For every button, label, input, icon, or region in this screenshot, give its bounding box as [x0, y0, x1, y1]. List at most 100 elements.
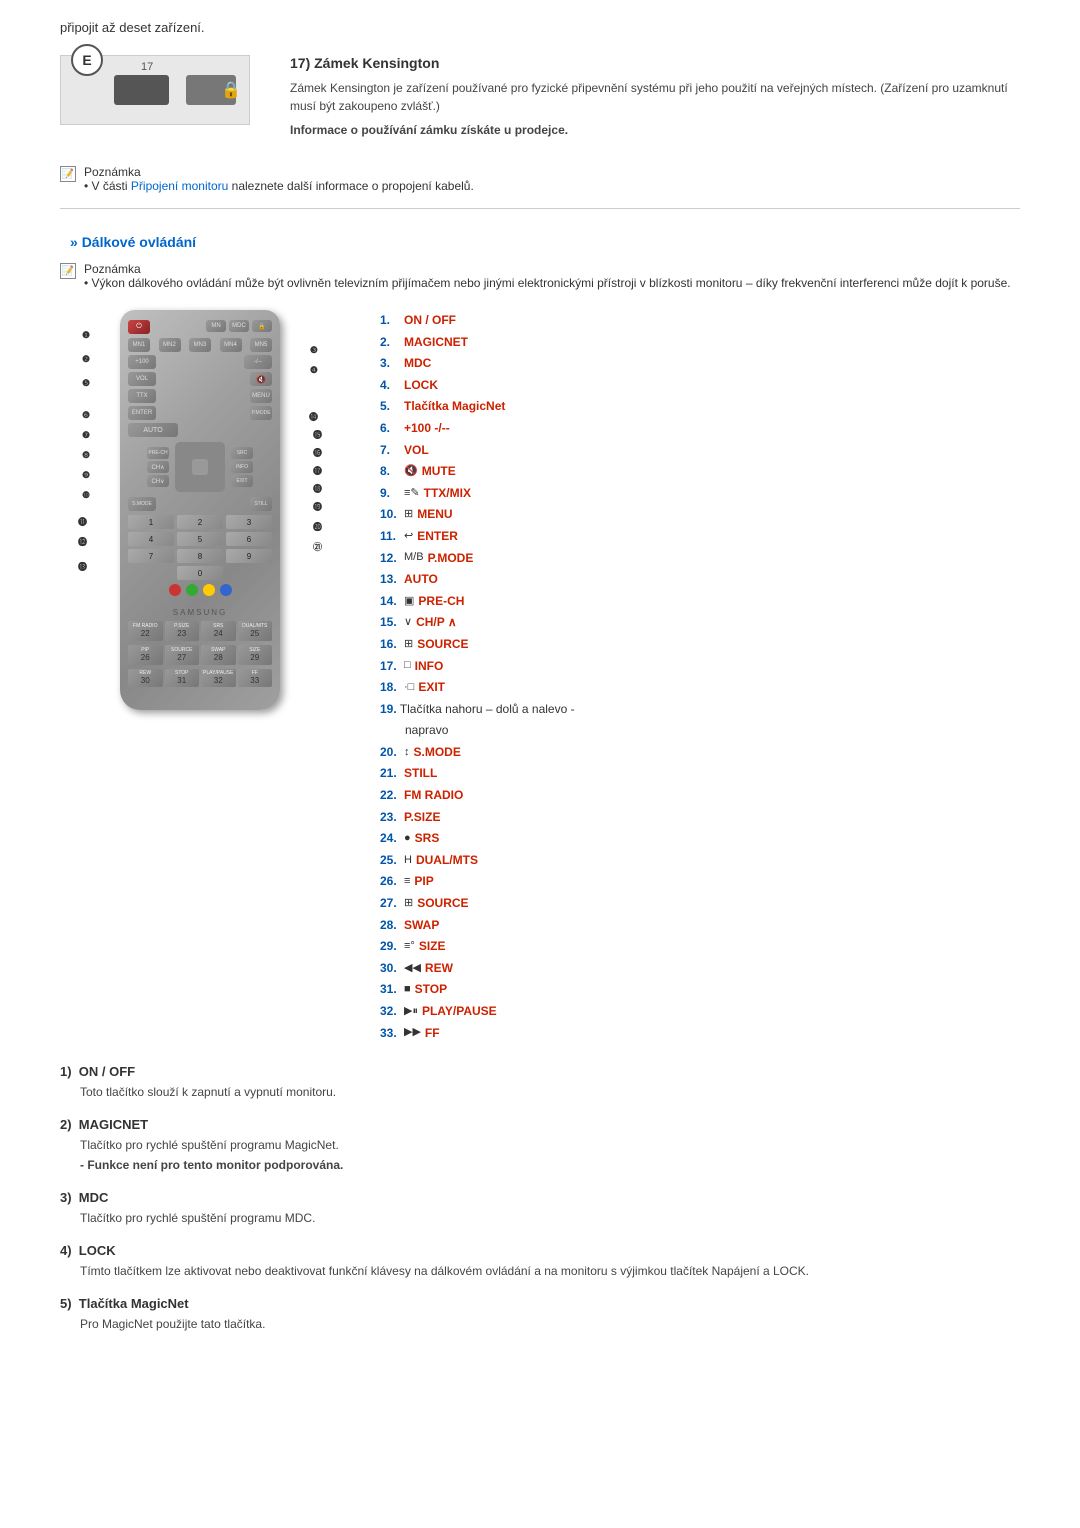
remote-num1[interactable]: 1 — [128, 515, 174, 529]
remote-mute-btn[interactable]: 🔇 — [250, 372, 272, 386]
note-label-1: Poznámka — [84, 165, 141, 179]
remote-ttx-btn[interactable]: TTX — [128, 389, 156, 403]
remote-mn5[interactable]: MN5 — [250, 338, 272, 352]
remote-psize-btn[interactable]: P.SIZE 23 — [165, 621, 200, 641]
remote-pmode-btn[interactable]: P.MODE — [250, 406, 272, 420]
remote-num5[interactable]: 5 — [177, 532, 223, 546]
remote-num6[interactable]: 6 — [226, 532, 272, 546]
remote-num9[interactable]: 9 — [226, 549, 272, 563]
remote-playpause-btn[interactable]: PLAY/PAUSE 32 — [201, 669, 236, 687]
remote-chdn-btn[interactable]: CH∨ — [147, 475, 169, 487]
legend-item-10: 10. ⊞ MENU — [380, 504, 1020, 526]
remote-magicnet-btn[interactable]: MN — [206, 320, 226, 332]
remote-size-btn[interactable]: SIZE 29 — [238, 645, 273, 665]
legend-item-31: 31. ■ STOP — [380, 979, 1020, 1001]
legend-item-15: 15. ∨ CH/P ∧ — [380, 612, 1020, 634]
remote-pip-btn[interactable]: PIP 26 — [128, 645, 163, 665]
remote-smode-btn[interactable]: S.MODE — [128, 497, 156, 511]
legend-item-9: 9. ≡✎ TTX/MIX — [380, 483, 1020, 505]
legend-item-28: 28. SWAP — [380, 915, 1020, 937]
separator-1 — [60, 208, 1020, 209]
remote-auto-btn[interactable]: AUTO — [128, 423, 178, 437]
right-btns: SRC INFO EXIT — [231, 447, 253, 487]
remote-mn3[interactable]: MN3 — [189, 338, 211, 352]
legend-item-29: 29. ≡° SIZE — [380, 936, 1020, 958]
remote-dualmts-btn[interactable]: DUAL/MTS 25 — [238, 621, 273, 641]
remote-num8[interactable]: 8 — [177, 549, 223, 563]
remote-prech-btn[interactable]: PRE-CH — [147, 447, 169, 459]
legend-item-18: 18. ·□ EXIT — [380, 677, 1020, 699]
remote-minus-btn[interactable]: -/-- — [244, 355, 272, 369]
remote-power-btn[interactable]: ⏻ — [128, 320, 150, 334]
remote-still-btn[interactable]: STILL — [250, 497, 272, 511]
callout-5: ❺ — [82, 378, 90, 389]
legend-item-32: 32. ▶⏸ PLAY/PAUSE — [380, 1001, 1020, 1023]
remote-stop-btn[interactable]: STOP 31 — [165, 669, 200, 687]
legend-item-1: 1. ON / OFF — [380, 310, 1020, 332]
remote-exit-btn[interactable]: EXIT — [231, 475, 253, 487]
remote-rew-btn[interactable]: REW 30 — [128, 669, 163, 687]
remote-mn4[interactable]: MN4 — [220, 338, 242, 352]
remote-num2[interactable]: 2 — [177, 515, 223, 529]
remote-info-btn[interactable]: INFO — [231, 461, 253, 473]
remote-ff-btn[interactable]: FF 33 — [238, 669, 273, 687]
desc-text-2a: Tlačítko pro rychlé spuštění programu Ma… — [60, 1136, 1020, 1155]
e-label: E — [71, 44, 103, 76]
remote-mn1[interactable]: MN1 — [128, 338, 150, 352]
legend-item-27: 27. ⊞ SOURCE — [380, 893, 1020, 915]
callout-21: ㉑ — [313, 540, 322, 553]
remote-dpad-center[interactable] — [192, 459, 208, 475]
remote-mdc-btn[interactable]: MDC — [229, 320, 249, 332]
remote-num4[interactable]: 4 — [128, 532, 174, 546]
note-icon-2: 📝 — [60, 263, 76, 279]
callout-15: ⓯ — [313, 428, 322, 441]
remote-plus100-btn[interactable]: +100 — [128, 355, 156, 369]
legend-item-8: 8. 🔇 MUTE — [380, 461, 1020, 483]
remote-num3[interactable]: 3 — [226, 515, 272, 529]
note-content-1: Poznámka • V části Připojení monitoru na… — [84, 165, 474, 193]
remote-lock-btn[interactable]: 🔒 — [252, 320, 272, 332]
remote-source2-btn[interactable]: SOURCE 27 — [165, 645, 200, 665]
enter-pmode-row: ENTER P.MODE — [128, 406, 272, 420]
section-header-remote: Dálkové ovládání — [60, 234, 1020, 250]
remote-num7[interactable]: 7 — [128, 549, 174, 563]
remote-mn2[interactable]: MN2 — [159, 338, 181, 352]
dots-decoration — [128, 600, 272, 603]
remote-chup-btn[interactable]: CH∧ — [147, 461, 169, 473]
remote-fmradio-btn[interactable]: FM RADIO 22 — [128, 621, 163, 641]
remote-menu-btn[interactable]: MENU — [250, 389, 272, 403]
remote-vol-btn[interactable]: VOL — [128, 372, 156, 386]
lock-icon: 🔒 — [221, 80, 241, 100]
desc-text-5: Pro MagicNet použijte tato tlačítka. — [60, 1315, 1020, 1334]
note-text-2: • — [84, 276, 92, 290]
legend-item-33: 33. ▶▶ FF — [380, 1023, 1020, 1045]
legend-item-30: 30. ◀◀ REW — [380, 958, 1020, 980]
remote-bottom-row1: FM RADIO 22 P.SIZE 23 SRS 24 DUAL/MTS 25 — [128, 621, 272, 641]
note-icon-1: 📝 — [60, 166, 76, 182]
remote-blue-btn[interactable] — [220, 584, 232, 596]
remote-red-btn[interactable] — [169, 584, 181, 596]
kensington-title: 17) Zámek Kensington — [290, 55, 1020, 71]
remote-section: ❶ ❷ ❺ ❻ ❼ ❽ ❾ ❿ ⓫ ⓬ ⓭ ❸ ❹ ⓮ ⓯ ⓰ ⓱ ⓲ ⓳ ⓴ … — [60, 310, 1020, 1044]
remote-enter-btn[interactable]: ENTER — [128, 406, 156, 420]
remote-source-btn[interactable]: SRC — [231, 447, 253, 459]
callout-17: ⓱ — [313, 464, 322, 477]
remote-brand: SAMSUNG — [128, 608, 272, 617]
callout-3: ❸ — [310, 345, 318, 356]
legend-item-20: 20. ↕ S.MODE — [380, 742, 1020, 764]
callout-11: ⓫ — [78, 515, 87, 528]
note-link-1[interactable]: Připojení monitoru — [131, 179, 228, 193]
remote-swap-btn[interactable]: SWAP 28 — [201, 645, 236, 665]
remote-green-btn[interactable] — [186, 584, 198, 596]
kensington-section: E 17 🔒 17) Zámek Kensington Zámek Kensin… — [60, 55, 1020, 145]
intro-text: připojit až deset zařízení. — [60, 20, 1020, 35]
remote-srs-btn[interactable]: SRS 24 — [201, 621, 236, 641]
remote-yellow-btn[interactable] — [203, 584, 215, 596]
desc-num-1: 1) ON / OFF — [60, 1064, 1020, 1079]
callout-18: ⓲ — [313, 482, 322, 495]
legend-item-3: 3. MDC — [380, 353, 1020, 375]
remote-dpad[interactable] — [175, 442, 225, 492]
legend-item-12: 12. M/B P.MODE — [380, 548, 1020, 570]
desc-text-2b: - Funkce není pro tento monitor podporov… — [60, 1156, 1020, 1175]
remote-num0[interactable]: 0 — [177, 566, 223, 580]
